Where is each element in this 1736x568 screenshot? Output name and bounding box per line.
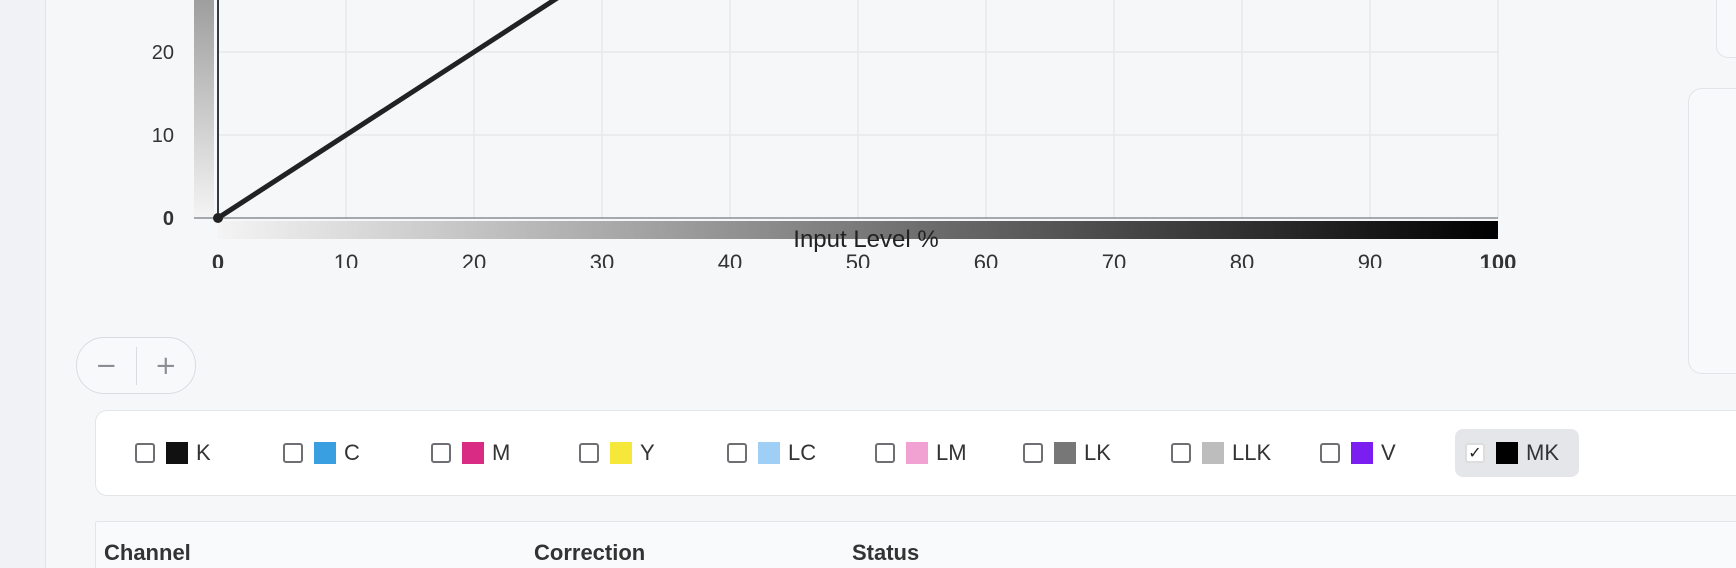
channel-swatch [1202, 442, 1224, 464]
channel-k[interactable]: K [125, 429, 221, 477]
channel-m[interactable]: M [421, 429, 520, 477]
channel-lc[interactable]: LC [717, 429, 826, 477]
y-tick-label: 0 [163, 208, 174, 230]
channel-checkbox[interactable] [135, 443, 155, 463]
channel-swatch [314, 442, 336, 464]
column-header-status: Status [852, 540, 920, 565]
y-axis-gradient [194, 0, 214, 218]
curve-chart-svg[interactable]: 010200 10 20 30 40 50 60 70 80 90 100Input Level % [120, 0, 1540, 268]
channel-v[interactable]: V [1310, 429, 1406, 477]
channel-selector: K C M Y LC LM LK LLK V ✓ MK [95, 410, 1736, 496]
zoom-controls: − + [76, 337, 196, 394]
channel-label: LC [788, 440, 817, 465]
x-tick-label: 30 [590, 250, 614, 268]
channel-label: MK [1526, 440, 1559, 465]
channel-checkbox[interactable] [875, 443, 895, 463]
channel-swatch [1054, 442, 1076, 464]
channel-mk[interactable]: ✓ MK [1455, 429, 1579, 477]
channel-label: Y [640, 440, 655, 465]
channel-checkbox[interactable] [1171, 443, 1191, 463]
x-tick-label: 70 [1102, 250, 1126, 268]
x-tick-label: 40 [718, 250, 742, 268]
x-tick-label: 20 [462, 250, 486, 268]
channel-swatch [610, 442, 632, 464]
channel-swatch [166, 442, 188, 464]
channel-swatch [1351, 442, 1373, 464]
x-tick-label: 100 [1480, 250, 1517, 268]
x-tick-label: 80 [1230, 250, 1254, 268]
channel-label: M [492, 440, 511, 465]
x-axis-label: Input Level % [793, 226, 938, 253]
channel-checkbox[interactable]: ✓ [1465, 443, 1485, 463]
y-tick-label: 10 [152, 125, 174, 147]
channel-swatch [906, 442, 928, 464]
x-tick-label: 60 [974, 250, 998, 268]
channel-table: Channel Correction Status [95, 521, 1736, 568]
x-tick-label: 10 [334, 250, 358, 268]
zoom-in-button[interactable]: + [136, 338, 195, 393]
channel-y[interactable]: Y [569, 429, 665, 477]
channel-checkbox[interactable] [1023, 443, 1043, 463]
curve-chart: 0 10 20 0 10 20 30 40 50 60 70 80 90 100 Input Level % [120, 0, 1540, 268]
channel-swatch [462, 442, 484, 464]
column-header-correction: Correction [534, 540, 646, 565]
channel-c[interactable]: C [273, 429, 370, 477]
channel-label: LLK [1232, 440, 1272, 465]
zoom-out-button[interactable]: − [77, 338, 136, 393]
channel-checkbox[interactable] [283, 443, 303, 463]
channel-llk[interactable]: LLK [1161, 429, 1281, 477]
x-tick-label: 90 [1358, 250, 1382, 268]
channel-lm[interactable]: LM [865, 429, 977, 477]
column-header-channel: Channel [104, 540, 191, 565]
sidebar-edge [0, 0, 46, 568]
channel-label: C [344, 440, 360, 465]
right-panel-top [1716, 0, 1736, 58]
channel-label: LM [936, 440, 967, 465]
channel-checkbox[interactable] [431, 443, 451, 463]
channel-checkbox[interactable] [727, 443, 747, 463]
right-panel [1688, 88, 1736, 374]
channel-label: K [196, 440, 211, 465]
channel-checkbox[interactable] [1320, 443, 1340, 463]
channel-lk[interactable]: LK [1013, 429, 1121, 477]
channel-label: V [1381, 440, 1396, 465]
y-tick-label: 20 [152, 42, 174, 64]
channel-checkbox[interactable] [579, 443, 599, 463]
channel-label: LK [1084, 440, 1111, 465]
curve-point [213, 213, 223, 223]
channel-swatch [1496, 442, 1518, 464]
x-tick-label: 0 [212, 250, 224, 268]
channel-swatch [758, 442, 780, 464]
